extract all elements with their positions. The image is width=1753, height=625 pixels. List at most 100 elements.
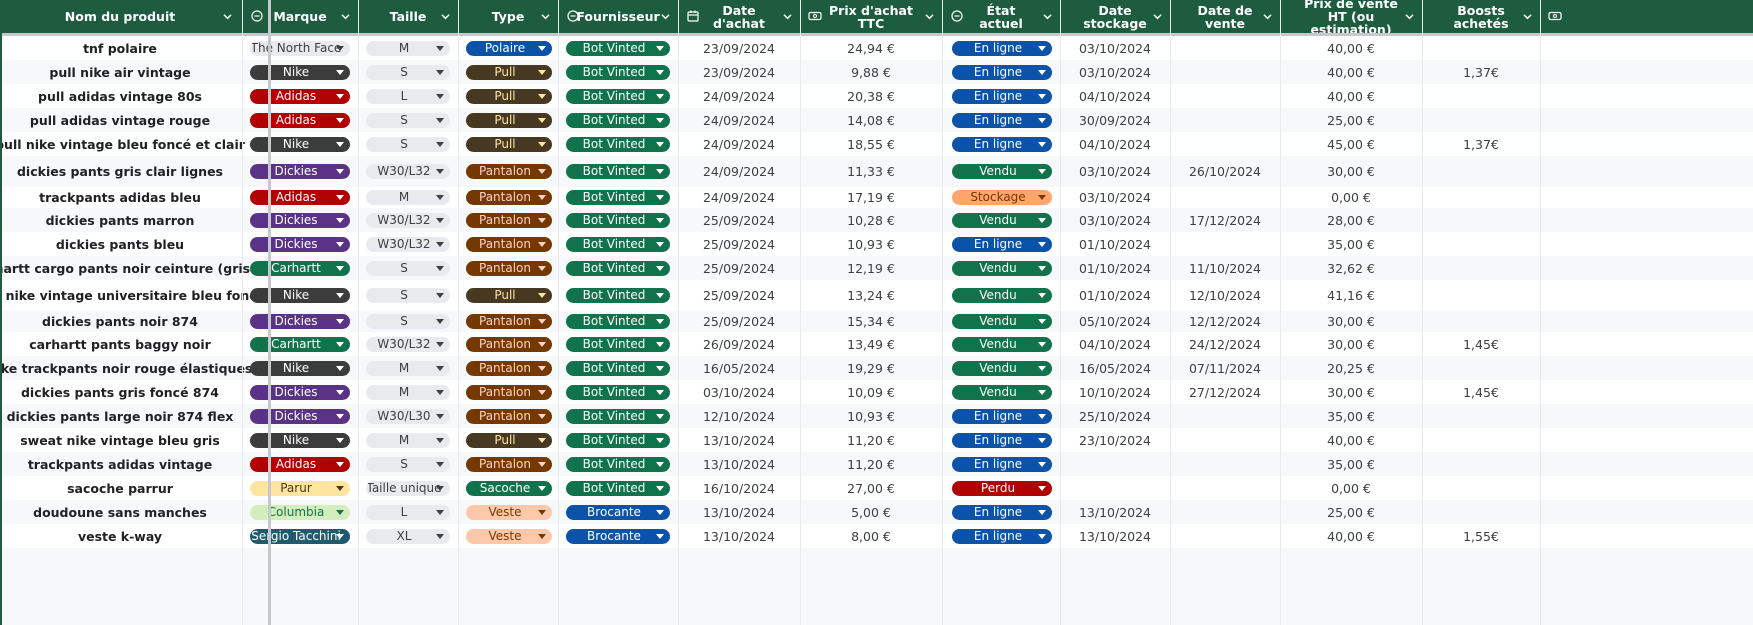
product-name-cell[interactable]: tnf polaire xyxy=(0,36,240,60)
type-cell[interactable]: Pantalon xyxy=(458,187,558,208)
prix-vente-cell[interactable]: 30,00 € xyxy=(1280,332,1422,356)
taille-chip[interactable]: S xyxy=(366,456,450,472)
fournisseur-cell[interactable]: Bot Vinted xyxy=(558,404,678,428)
prix-achat-cell[interactable]: 14,08 € xyxy=(800,108,942,132)
prix-achat-cell[interactable]: 12,19 € xyxy=(800,256,942,280)
boosts-cell[interactable] xyxy=(1422,476,1540,500)
fournisseur-cell[interactable]: Bot Vinted xyxy=(558,84,678,108)
type-cell[interactable]: Pull xyxy=(458,132,558,156)
fournisseur-chip[interactable]: Bot Vinted xyxy=(566,40,670,56)
date-stockage-cell[interactable]: 13/10/2024 xyxy=(1060,500,1170,524)
fournisseur-chip[interactable]: Bot Vinted xyxy=(566,432,670,448)
fournisseur-chip[interactable]: Bot Vinted xyxy=(566,260,670,276)
prix-achat-cell[interactable]: 10,09 € xyxy=(800,380,942,404)
date-achat-cell[interactable]: 24/09/2024 xyxy=(678,187,800,208)
taille-cell[interactable]: W30/L32 xyxy=(358,232,458,256)
column-header-type[interactable]: Type xyxy=(458,0,558,33)
marque-chip[interactable]: Nike xyxy=(250,64,350,80)
fournisseur-chip[interactable]: Bot Vinted xyxy=(566,88,670,104)
type-cell[interactable]: Veste xyxy=(458,500,558,524)
column-header-prix-achat[interactable]: Prix d'achat TTC xyxy=(800,0,942,33)
etat-cell[interactable]: Vendu xyxy=(942,356,1060,380)
type-chip[interactable]: Pantalon xyxy=(466,164,552,179)
taille-cell[interactable]: W30/L32 xyxy=(358,332,458,356)
dropdown-arrow-icon[interactable] xyxy=(336,485,344,491)
taille-chip[interactable]: W30/L32 xyxy=(366,336,450,352)
etat-cell[interactable]: En ligne xyxy=(942,428,1060,452)
date-stockage-cell[interactable]: 01/10/2024 xyxy=(1060,256,1170,280)
date-achat-cell[interactable]: 13/10/2024 xyxy=(678,500,800,524)
dropdown-arrow-icon[interactable] xyxy=(656,293,664,298)
dropdown-arrow-icon[interactable] xyxy=(1038,319,1046,324)
prix-vente-cell[interactable]: 28,00 € xyxy=(1280,208,1422,232)
date-stockage-cell[interactable]: 25/10/2024 xyxy=(1060,404,1170,428)
date-stockage-cell[interactable]: 03/10/2024 xyxy=(1060,156,1170,187)
dropdown-arrow-icon[interactable] xyxy=(538,319,546,324)
date-vente-cell[interactable] xyxy=(1170,404,1280,428)
boosts-cell[interactable]: 1,45€ xyxy=(1422,380,1540,404)
type-chip[interactable]: Pantalon xyxy=(466,236,552,252)
fournisseur-chip[interactable]: Bot Vinted xyxy=(566,236,670,252)
prix-achat-cell[interactable]: 17,19 € xyxy=(800,187,942,208)
marque-chip[interactable]: Dickies xyxy=(250,384,350,400)
date-achat-cell[interactable]: 25/09/2024 xyxy=(678,311,800,332)
chevron-down-icon[interactable] xyxy=(925,12,934,21)
type-cell[interactable]: Pull xyxy=(458,280,558,311)
dropdown-arrow-icon[interactable] xyxy=(656,265,664,271)
prix-vente-cell[interactable]: 40,00 € xyxy=(1280,524,1422,548)
type-cell[interactable]: Pantalon xyxy=(458,311,558,332)
dropdown-arrow-icon[interactable] xyxy=(436,195,444,200)
marque-chip[interactable]: Adidas xyxy=(250,190,350,205)
dropdown-arrow-icon[interactable] xyxy=(538,533,546,539)
marque-cell[interactable]: Sergio Tacchini xyxy=(242,524,358,548)
etat-chip[interactable]: En ligne xyxy=(952,408,1052,424)
marque-cell[interactable]: Dickies xyxy=(242,156,358,187)
dropdown-arrow-icon[interactable] xyxy=(656,69,664,75)
prix-vente-cell[interactable]: 40,00 € xyxy=(1280,60,1422,84)
fournisseur-cell[interactable]: Bot Vinted xyxy=(558,60,678,84)
table-row[interactable]: dickies pants large noir 874 flex Dickies… xyxy=(0,404,1753,428)
etat-cell[interactable]: En ligne xyxy=(942,132,1060,156)
date-stockage-cell[interactable]: 16/05/2024 xyxy=(1060,356,1170,380)
dropdown-arrow-icon[interactable] xyxy=(656,485,664,491)
date-achat-cell[interactable]: 24/09/2024 xyxy=(678,108,800,132)
etat-cell[interactable]: En ligne xyxy=(942,500,1060,524)
product-name-cell[interactable]: sacoche parrur xyxy=(0,476,240,500)
table-row[interactable] xyxy=(0,548,1753,625)
fournisseur-cell[interactable]: Bot Vinted xyxy=(558,132,678,156)
product-name-cell[interactable]: carhartt cargo pants noir ceinture (gris… xyxy=(0,256,267,280)
dropdown-arrow-icon[interactable] xyxy=(336,365,344,371)
prix-vente-cell[interactable]: 35,00 € xyxy=(1280,404,1422,428)
taille-chip[interactable]: M xyxy=(366,190,450,205)
date-vente-cell[interactable]: 07/11/2024 xyxy=(1170,356,1280,380)
date-stockage-cell[interactable]: 03/10/2024 xyxy=(1060,208,1170,232)
date-vente-cell[interactable]: 12/10/2024 xyxy=(1170,280,1280,311)
chevron-down-icon[interactable] xyxy=(541,12,550,21)
dropdown-arrow-icon[interactable] xyxy=(436,461,444,467)
type-cell[interactable]: Polaire xyxy=(458,36,558,60)
boosts-cell[interactable] xyxy=(1422,311,1540,332)
type-chip[interactable]: Pull xyxy=(466,288,552,303)
dropdown-arrow-icon[interactable] xyxy=(538,45,546,51)
etat-chip[interactable]: En ligne xyxy=(952,432,1052,448)
date-vente-cell[interactable]: 17/12/2024 xyxy=(1170,208,1280,232)
column-header-extra[interactable] xyxy=(1540,0,1753,33)
etat-cell[interactable]: En ligne xyxy=(942,524,1060,548)
date-vente-cell[interactable] xyxy=(1170,524,1280,548)
etat-cell[interactable]: En ligne xyxy=(942,404,1060,428)
marque-chip[interactable]: Carhartt xyxy=(250,336,350,352)
taille-cell[interactable]: W30/L32 xyxy=(358,208,458,232)
prix-achat-cell[interactable]: 9,88 € xyxy=(800,60,942,84)
dropdown-arrow-icon[interactable] xyxy=(436,293,444,298)
etat-cell[interactable]: Vendu xyxy=(942,280,1060,311)
table-row[interactable]: pull nike vintage bleu foncé et clair Nik… xyxy=(0,132,1753,156)
boosts-cell[interactable] xyxy=(1422,108,1540,132)
dropdown-arrow-icon[interactable] xyxy=(1038,45,1046,51)
date-achat-cell[interactable]: 25/09/2024 xyxy=(678,232,800,256)
dropdown-arrow-icon[interactable] xyxy=(336,141,344,147)
fournisseur-chip[interactable]: Bot Vinted xyxy=(566,360,670,376)
chevron-down-icon[interactable] xyxy=(1043,12,1052,21)
date-achat-cell[interactable]: 25/09/2024 xyxy=(678,280,800,311)
product-name-cell[interactable]: trackpants adidas bleu xyxy=(0,187,240,208)
dropdown-arrow-icon[interactable] xyxy=(656,141,664,147)
